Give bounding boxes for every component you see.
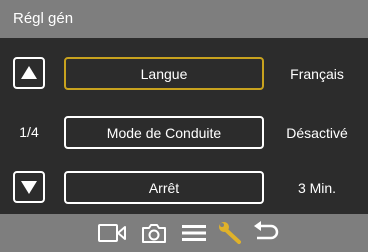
footer-toolbar <box>0 214 368 252</box>
page-indicator: 1/4 <box>19 124 39 140</box>
scroll-down-button[interactable] <box>13 171 45 203</box>
shutdown-value: 3 Min. <box>297 180 337 196</box>
language-setting-button[interactable]: Langue <box>64 57 264 90</box>
header-bar: Régl gén <box>0 0 368 38</box>
arrow-down-icon <box>21 181 37 194</box>
settings-screen: Régl gén 1/4 Langue Français Mode de Con… <box>0 0 368 252</box>
arrow-up-icon <box>21 66 37 79</box>
driving-mode-setting-button[interactable]: Mode de Conduite <box>64 116 264 149</box>
menu-icon[interactable] <box>180 220 208 246</box>
language-value: Français <box>290 66 344 82</box>
wrench-icon[interactable] <box>216 220 244 246</box>
shutdown-setting-button[interactable]: Arrêt <box>64 171 264 204</box>
driving-mode-value: Désactivé <box>286 125 348 141</box>
back-icon[interactable] <box>251 220 279 246</box>
video-camera-icon[interactable] <box>97 220 126 246</box>
photo-camera-icon[interactable] <box>140 220 168 246</box>
scroll-up-button[interactable] <box>13 57 45 89</box>
page-title: Régl gén <box>13 10 74 27</box>
